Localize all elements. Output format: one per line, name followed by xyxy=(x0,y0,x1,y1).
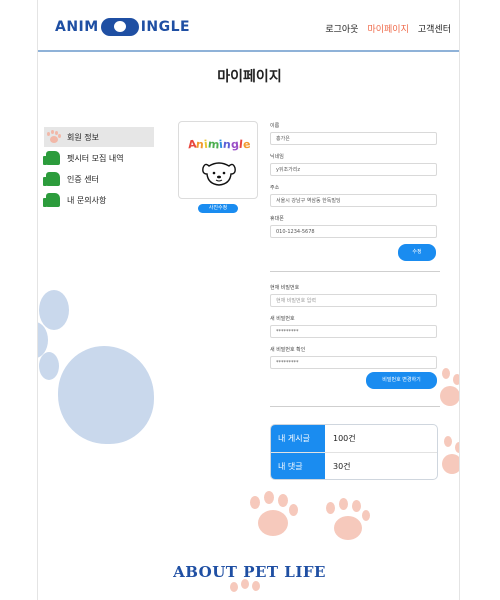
thumbs-up-icon xyxy=(43,151,60,165)
phone-field[interactable]: 010-1234-5678 xyxy=(270,225,437,238)
my-posts-count: 100건 xyxy=(333,434,356,443)
nav-support-link[interactable]: 고객센터 xyxy=(418,22,451,35)
logo-text-right: INGLE xyxy=(140,19,191,35)
brand-logo[interactable]: ANIM INGLE xyxy=(55,16,190,38)
sidebar-item-my-inquiries[interactable]: 내 문의사항 xyxy=(43,190,154,210)
my-posts-label: 내 게시글 xyxy=(271,425,325,452)
section-divider xyxy=(270,271,440,272)
address-label: 주소 xyxy=(270,185,280,191)
nickname-field[interactable]: y뒤조가리z xyxy=(270,163,437,176)
nav-mypage-link[interactable]: 마이페이지 xyxy=(367,22,408,35)
my-comments-count: 30건 xyxy=(333,461,351,471)
edit-info-button[interactable]: 수정 xyxy=(398,244,436,261)
sidebar-item-label: 내 문의사항 xyxy=(67,195,107,205)
thumbs-up-icon xyxy=(43,172,60,186)
profile-image: Animingle xyxy=(178,121,258,199)
logo-text-left: ANIM xyxy=(55,19,99,35)
sidebar-menu: 회원 정보 펫시터 모집 내역 인증 센터 내 문의사항 xyxy=(43,127,154,211)
my-comments-row[interactable]: 내 댓글 30건 xyxy=(271,452,437,479)
pink-paw-decoration xyxy=(246,490,306,550)
my-comments-label: 내 댓글 xyxy=(271,453,325,479)
edit-photo-button[interactable]: 사진수정 xyxy=(198,204,238,213)
current-password-field[interactable]: 현재 비밀번호 입력 xyxy=(270,294,437,307)
footer-slogan: ABOUT PET LIFE xyxy=(173,563,326,581)
name-label: 이름 xyxy=(270,123,280,129)
address-field[interactable]: 서울시 강남구 역삼동 한독빌딩 xyxy=(270,194,437,207)
name-field[interactable]: 홍가은 xyxy=(270,132,437,145)
sidebar-item-verification[interactable]: 인증 센터 xyxy=(43,169,154,189)
pink-paw-decoration xyxy=(436,434,459,484)
big-blue-paw-decoration xyxy=(38,286,156,456)
my-posts-row[interactable]: 내 게시글 100건 xyxy=(271,425,437,452)
nav-logout-link[interactable]: 로그아웃 xyxy=(325,22,358,35)
paw-icon xyxy=(46,130,61,144)
member-info-form: 이름 홍가은 닉네임 y뒤조가리z 주소 서울시 강남구 역삼동 한독빌딩 휴대… xyxy=(270,122,440,261)
dog-face-icon xyxy=(202,162,236,186)
sidebar-item-label: 회원 정보 xyxy=(67,132,99,142)
password-form: 현재 비밀번호 현재 비밀번호 입력 새 비밀번호 ********* 새 비밀… xyxy=(270,284,440,389)
new-password-label: 새 비밀번호 xyxy=(270,316,295,322)
profile-logo-letter: e xyxy=(242,137,251,152)
pink-paw-decoration xyxy=(324,498,384,558)
pink-paw-decoration xyxy=(226,578,266,600)
current-password-label: 현재 비밀번호 xyxy=(270,285,300,291)
thumbs-up-icon xyxy=(43,193,60,207)
nickname-label: 닉네임 xyxy=(270,154,284,160)
sidebar-item-member-info[interactable]: 회원 정보 xyxy=(44,127,154,147)
page-title: 마이페이지 xyxy=(217,69,282,85)
sidebar-item-petsitter-history[interactable]: 펫시터 모집 내역 xyxy=(43,148,154,168)
section-divider xyxy=(270,406,440,407)
change-password-button[interactable]: 비밀번호 변경하기 xyxy=(366,372,437,389)
top-header: ANIM INGLE 로그아웃 마이페이지 고객센터 xyxy=(38,0,459,52)
confirm-password-field[interactable]: ********* xyxy=(270,356,437,369)
profile-logo-text: Animingle xyxy=(184,137,254,152)
sidebar-item-label: 펫시터 모집 내역 xyxy=(67,153,124,163)
confirm-password-label: 새 비밀번호 확인 xyxy=(270,347,306,353)
activity-stats-table: 내 게시글 100건 내 댓글 30건 xyxy=(270,424,438,480)
top-nav: 로그아웃 마이페이지 고객센터 xyxy=(325,22,451,35)
new-password-field[interactable]: ********* xyxy=(270,325,437,338)
sidebar-item-label: 인증 센터 xyxy=(67,174,99,184)
page-frame: ANIM INGLE 로그아웃 마이페이지 고객센터 마이페이지 회원 정보 펫… xyxy=(37,0,460,600)
phone-label: 휴대폰 xyxy=(270,216,284,222)
logo-emblem-icon xyxy=(100,18,139,36)
